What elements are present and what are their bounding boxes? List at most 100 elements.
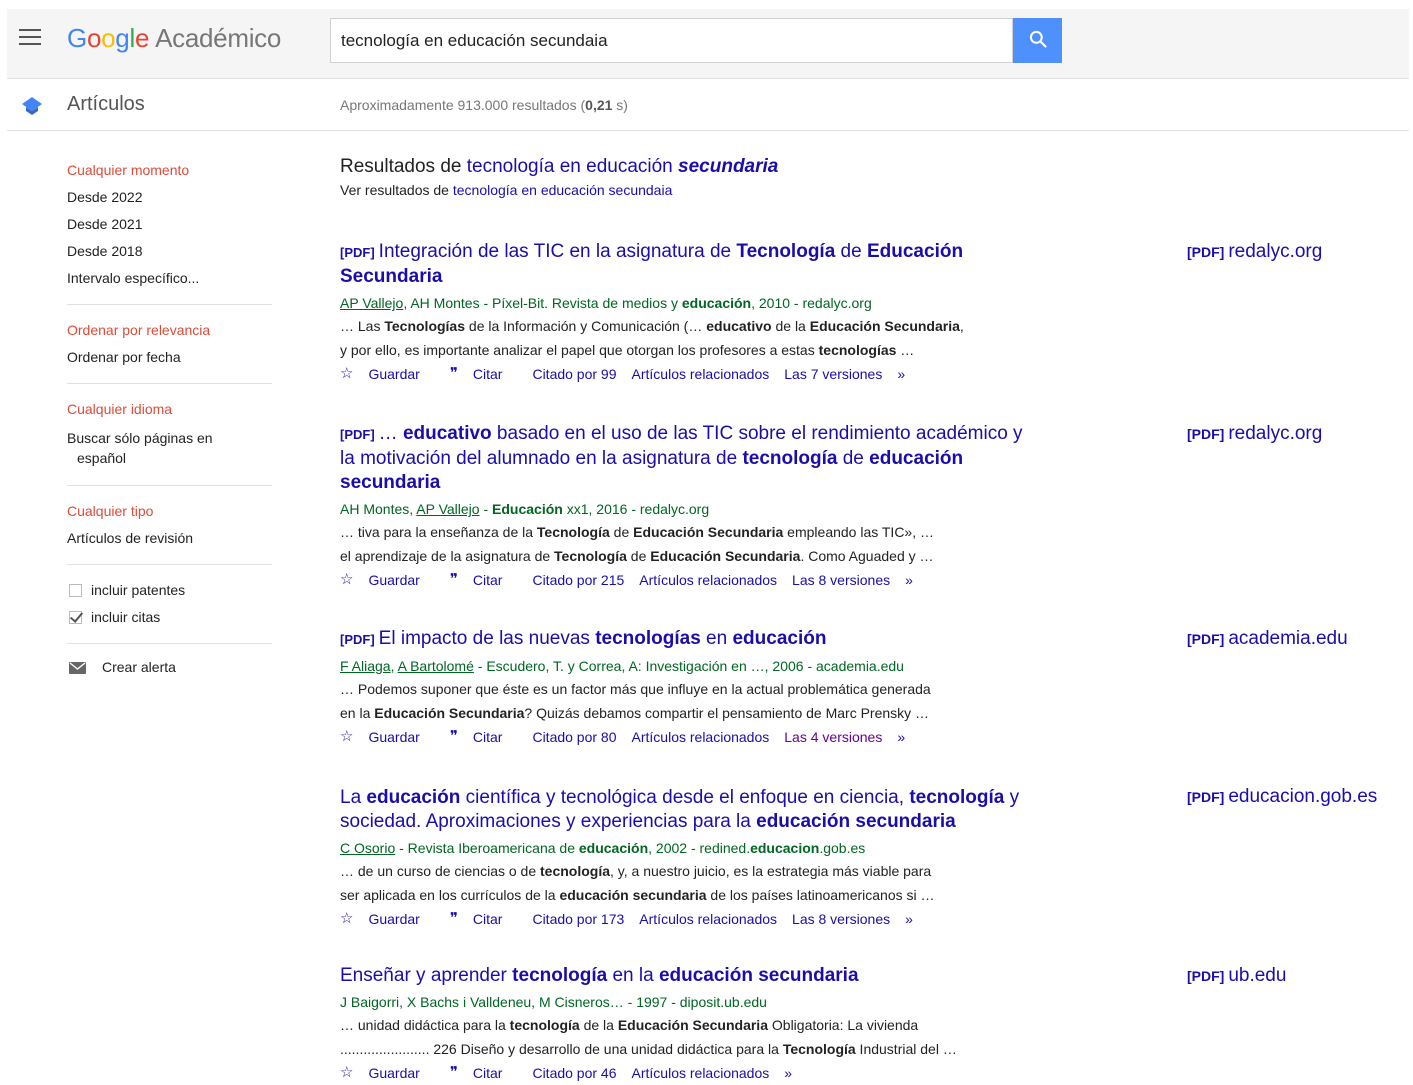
search-result: La educación científica y tecnológica de… [340, 786, 1100, 931]
result-snippet: … Las Tecnologías de la Información y Co… [340, 318, 964, 358]
result-meta: J Baigorri, X Bachs i Valldeneu, M Cisne… [340, 994, 767, 1010]
star-icon: ☆ [340, 571, 354, 588]
create-alert-button[interactable]: Crear alerta [67, 654, 272, 681]
top-bar: Google Académico [7, 9, 1409, 79]
quote-icon: ❞ [449, 365, 458, 382]
related-articles-link[interactable]: Artículos relacionados [632, 725, 770, 749]
original-query-line: Ver resultados de tecnología en educació… [340, 182, 673, 198]
spelling-correction: Resultados de tecnología en educación se… [340, 156, 1100, 198]
save-button[interactable]: ☆ Guardar [340, 362, 435, 386]
filter-spanish-label-2: español [77, 450, 127, 466]
filter-since-2018[interactable]: Desde 2018 [67, 238, 272, 265]
save-button[interactable]: ☆ Guardar [340, 1061, 435, 1085]
result-title-link[interactable]: Enseñar y aprender tecnología en la educ… [340, 964, 1100, 988]
original-query-link[interactable]: tecnología en educación secundaia [453, 182, 673, 198]
result-actions: ☆ Guardar ❞ Citar Citado por 80 Artículos … [340, 725, 1100, 749]
save-button[interactable]: ☆ Guardar [340, 907, 435, 931]
checkbox-checked [69, 611, 82, 624]
pdf-side-link[interactable]: [PDF] ub.edu [1187, 965, 1286, 987]
cite-button[interactable]: ❞ Citar [450, 568, 518, 592]
star-icon: ☆ [340, 365, 354, 382]
sort-by-date[interactable]: Ordenar por fecha [67, 344, 272, 371]
cite-button[interactable]: ❞ Citar [450, 907, 518, 931]
filter-spanish-label: Buscar sólo páginas en [67, 430, 213, 446]
pdf-side-link[interactable]: [PDF] academia.edu [1187, 628, 1348, 650]
search-button[interactable] [1013, 18, 1062, 63]
quote-icon: ❞ [449, 571, 458, 588]
corrected-query-link[interactable]: tecnología en educación secundaria [467, 156, 779, 177]
cited-by-link[interactable]: Citado por 80 [532, 725, 616, 749]
more-actions-icon[interactable]: » [905, 568, 913, 592]
result-actions: ☆ Guardar ❞ Citar Citado por 173 Artículos… [340, 907, 1100, 931]
result-meta: AH Montes, AP Vallejo - Educación xx1, 2… [340, 501, 710, 517]
filter-spanish-only[interactable]: Buscar sólo páginas en español [67, 423, 272, 473]
save-button[interactable]: ☆ Guardar [340, 568, 435, 592]
create-alert-label: Crear alerta [102, 659, 176, 675]
star-icon: ☆ [340, 1064, 354, 1081]
related-articles-link[interactable]: Artículos relacionados [639, 568, 777, 592]
result-actions: ☆ Guardar ❞ Citar Citado por 215 Artículos… [340, 568, 1100, 592]
quote-icon: ❞ [449, 1064, 458, 1081]
divider [67, 564, 272, 565]
envelope-icon [69, 661, 86, 674]
result-snippet: … unidad didáctica para la tecnología de… [340, 1017, 957, 1057]
filter-any-language[interactable]: Cualquier idioma [67, 396, 272, 423]
cited-by-link[interactable]: Citado por 99 [532, 362, 616, 386]
google-scholar-logo[interactable]: Google Académico [67, 23, 281, 54]
more-actions-icon[interactable]: » [897, 725, 905, 749]
logo-google: Google [67, 23, 150, 53]
filter-since-2021[interactable]: Desde 2021 [67, 211, 272, 238]
search-result: Enseñar y aprender tecnología en la educ… [340, 964, 1100, 1085]
filter-any-time[interactable]: Cualquier momento [67, 157, 272, 184]
filter-any-type[interactable]: Cualquier tipo [67, 498, 272, 525]
result-snippet: … Podemos suponer que éste es un factor … [340, 681, 931, 721]
versions-link[interactable]: Las 8 versiones [792, 568, 890, 592]
checkbox-unchecked [69, 584, 82, 597]
cite-button[interactable]: ❞ Citar [450, 362, 518, 386]
cited-by-link[interactable]: Citado por 215 [532, 568, 624, 592]
more-actions-icon[interactable]: » [784, 1061, 792, 1085]
related-articles-link[interactable]: Artículos relacionados [632, 1061, 770, 1085]
results-count: Aproximadamente 913.000 resultados (0,21… [340, 97, 628, 113]
result-title-link[interactable]: [PDF] Integración de las TIC en la asigna… [340, 240, 1100, 289]
logo-product: Académico [155, 23, 282, 53]
cite-button[interactable]: ❞ Citar [450, 725, 518, 749]
pdf-side-link[interactable]: [PDF] redalyc.org [1187, 241, 1322, 263]
section-title: Artículos [67, 93, 145, 115]
sub-bar: Artículos Aproximadamente 913.000 result… [7, 80, 1409, 131]
sort-by-relevance[interactable]: Ordenar por relevancia [67, 317, 272, 344]
quote-icon: ❞ [449, 728, 458, 745]
star-icon: ☆ [340, 728, 354, 745]
hamburger-menu-icon[interactable] [19, 29, 41, 47]
include-citations-checkbox[interactable]: incluir citas [67, 604, 272, 631]
cite-button[interactable]: ❞ Citar [450, 1061, 518, 1085]
pdf-side-link[interactable]: [PDF] educacion.gob.es [1187, 786, 1377, 808]
related-articles-link[interactable]: Artículos relacionados [632, 362, 770, 386]
result-title-link[interactable]: La educación científica y tecnológica de… [340, 786, 1100, 834]
versions-link[interactable]: Las 7 versiones [784, 362, 882, 386]
divider [67, 383, 272, 384]
result-title-link[interactable]: [PDF]… educativo basado en el uso de las… [340, 422, 1100, 495]
save-button[interactable]: ☆ Guardar [340, 725, 435, 749]
include-patents-checkbox[interactable]: incluir patentes [67, 577, 272, 604]
result-snippet: … tiva para la enseñanza de la Tecnologí… [340, 524, 935, 564]
pdf-side-link[interactable]: [PDF] redalyc.org [1187, 423, 1322, 445]
more-actions-icon[interactable]: » [897, 362, 905, 386]
star-icon: ☆ [340, 910, 354, 927]
cited-by-link[interactable]: Citado por 46 [532, 1061, 616, 1085]
result-meta: F Aliaga, A Bartolomé - Escudero, T. y C… [340, 658, 904, 674]
filter-review-articles[interactable]: Artículos de revisión [67, 525, 272, 552]
result-title-link[interactable]: [PDF] El impacto de las nuevas tecnología… [340, 627, 1100, 652]
versions-link[interactable]: Las 4 versiones [784, 725, 882, 749]
result-actions: ☆ Guardar ❞ Citar Citado por 46 Artículos … [340, 1061, 1100, 1085]
filter-since-2022[interactable]: Desde 2022 [67, 184, 272, 211]
divider [67, 485, 272, 486]
result-snippet: … de un curso de ciencias o de tecnologí… [340, 863, 935, 903]
filter-custom-range[interactable]: Intervalo específico... [67, 265, 272, 292]
more-actions-icon[interactable]: » [905, 907, 913, 931]
cited-by-link[interactable]: Citado por 173 [532, 907, 624, 931]
search-input[interactable] [330, 18, 1013, 63]
search-result: [PDF]… educativo basado en el uso de las… [340, 422, 1100, 592]
related-articles-link[interactable]: Artículos relacionados [639, 907, 777, 931]
versions-link[interactable]: Las 8 versiones [792, 907, 890, 931]
